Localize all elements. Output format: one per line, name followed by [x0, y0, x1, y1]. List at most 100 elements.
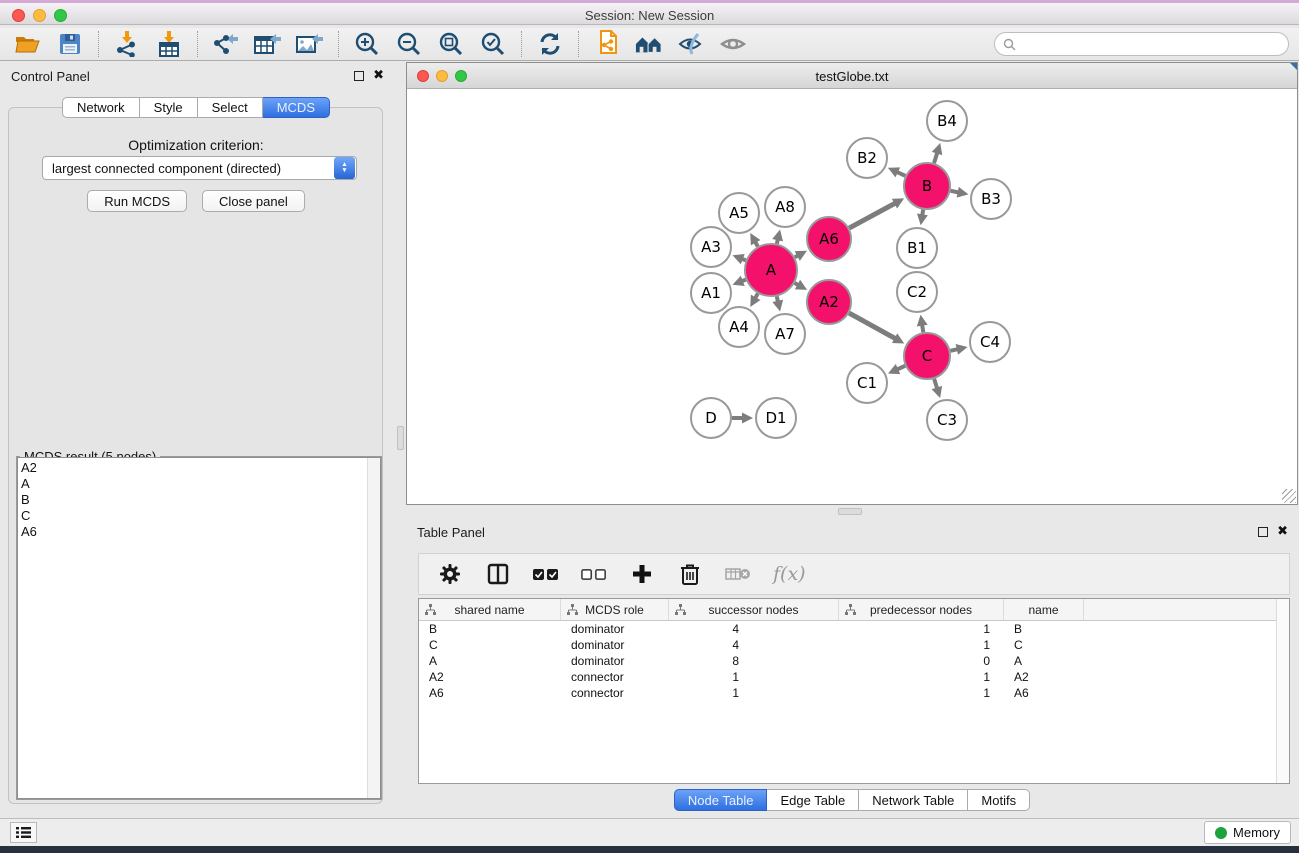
search-input[interactable]: [1016, 37, 1288, 51]
function-builder-icon: f(x): [773, 563, 806, 585]
float-panel-icon[interactable]: [354, 71, 364, 81]
refresh-icon[interactable]: [536, 30, 564, 58]
add-column-icon[interactable]: [629, 561, 655, 587]
optimization-criterion-dropdown[interactable]: largest connected component (directed) ▲…: [42, 156, 357, 180]
save-session-icon[interactable]: [56, 30, 84, 58]
graph-node-label-C: C: [922, 347, 932, 365]
network-window-titlebar[interactable]: testGlobe.txt: [407, 63, 1297, 89]
import-network-icon[interactable]: [113, 30, 141, 58]
graph-node-label-B1: B1: [907, 239, 927, 257]
table-panel: Table Panel ✖ f(x) shared nameMCDS roles…: [406, 518, 1298, 818]
tab-network-table[interactable]: Network Table: [859, 789, 968, 811]
import-table-icon[interactable]: [155, 30, 183, 58]
first-neighbors-icon[interactable]: [635, 30, 663, 58]
cell-predecessor_nodes: 1: [839, 670, 1004, 684]
edge-A6-B[interactable]: [849, 203, 896, 228]
dropdown-stepper-icon: ▲▼: [334, 157, 355, 179]
hide-selected-icon[interactable]: [677, 30, 705, 58]
cell-successor_nodes: 1: [669, 686, 839, 700]
task-history-button[interactable]: [10, 822, 37, 843]
tab-node-table[interactable]: Node Table: [674, 789, 768, 811]
graph-node-label-C1: C1: [857, 374, 877, 392]
network-canvas[interactable]: B4B2BB3A5A8A6A3B1AA1C2A2A4A7C4CC1C3DD1: [407, 89, 1297, 504]
cell-name: A2: [1004, 670, 1084, 684]
node-table[interactable]: shared nameMCDS rolesuccessor nodesprede…: [418, 598, 1290, 784]
edge-A2-C[interactable]: [849, 313, 896, 339]
delete-column-icon[interactable]: [677, 561, 703, 587]
graph-node-label-B3: B3: [981, 190, 1001, 208]
arrowhead-icon: [956, 344, 968, 355]
graph-node-label-B: B: [922, 177, 932, 195]
tab-network[interactable]: Network: [62, 97, 140, 118]
vertical-divider-grip[interactable]: [397, 426, 404, 450]
settings-gear-icon[interactable]: [437, 561, 463, 587]
zoom-selected-icon[interactable]: [479, 30, 507, 58]
cell-name: A: [1004, 654, 1084, 668]
split-columns-icon[interactable]: [485, 561, 511, 587]
select-all-checkboxes-icon[interactable]: [533, 561, 559, 587]
table-header-row: shared nameMCDS rolesuccessor nodesprede…: [419, 599, 1289, 621]
close-table-panel-icon[interactable]: ✖: [1277, 524, 1288, 538]
arrowhead-icon: [932, 143, 943, 155]
network-graph[interactable]: B4B2BB3A5A8A6A3B1AA1C2A2A4A7C4CC1C3DD1: [407, 89, 1297, 504]
tab-edge-table[interactable]: Edge Table: [767, 789, 859, 811]
open-file-icon[interactable]: [14, 30, 42, 58]
close-panel-icon[interactable]: ✖: [373, 68, 384, 82]
memory-button[interactable]: Memory: [1204, 821, 1291, 844]
resize-grip-icon[interactable]: [1282, 489, 1296, 503]
export-network-icon[interactable]: [212, 30, 240, 58]
show-all-icon[interactable]: [719, 30, 747, 58]
horizontal-divider-grip[interactable]: [838, 508, 862, 515]
float-table-panel-icon[interactable]: [1258, 527, 1268, 537]
mcds-result-item[interactable]: C: [21, 508, 380, 524]
run-mcds-button[interactable]: Run MCDS: [87, 190, 187, 212]
table-row[interactable]: Cdominator41C: [419, 637, 1289, 653]
cell-mcds_role: connector: [561, 670, 669, 684]
export-image-icon[interactable]: [296, 30, 324, 58]
zoom-in-icon[interactable]: [353, 30, 381, 58]
table-row[interactable]: A6connector11A6: [419, 685, 1289, 701]
cell-shared_name: C: [419, 638, 561, 652]
status-bar: Memory: [0, 818, 1299, 846]
mcds-result-item[interactable]: A: [21, 476, 380, 492]
column-header-name[interactable]: name: [1004, 599, 1084, 620]
arrowhead-icon: [957, 187, 969, 198]
app-titlebar: Session: New Session: [0, 0, 1299, 25]
tab-mcds[interactable]: MCDS: [263, 97, 330, 118]
mcds-result-item[interactable]: A6: [21, 524, 380, 540]
deselect-checkboxes-icon[interactable]: [581, 561, 607, 587]
mcds-result-item[interactable]: B: [21, 492, 380, 508]
network-window-title: testGlobe.txt: [407, 69, 1297, 84]
tab-style[interactable]: Style: [140, 97, 198, 118]
mcds-list-scrollbar[interactable]: [367, 458, 380, 798]
column-header-shared-name[interactable]: shared name: [419, 599, 561, 620]
table-row[interactable]: A2connector11A2: [419, 669, 1289, 685]
dropdown-value: largest connected component (directed): [43, 161, 334, 176]
tab-motifs[interactable]: Motifs: [968, 789, 1030, 811]
mcds-result-item[interactable]: A2: [21, 460, 380, 476]
table-scrollbar[interactable]: [1276, 599, 1289, 783]
zoom-fit-icon[interactable]: [437, 30, 465, 58]
export-table-icon[interactable]: [254, 30, 282, 58]
search-field[interactable]: [994, 32, 1289, 56]
cell-shared_name: B: [419, 622, 561, 636]
arrowhead-icon: [742, 413, 753, 424]
arrowhead-icon: [917, 315, 928, 327]
session-title: Session: New Session: [0, 8, 1299, 23]
column-header-successor-nodes[interactable]: successor nodes: [669, 599, 839, 620]
close-panel-button[interactable]: Close panel: [202, 190, 305, 212]
cell-predecessor_nodes: 0: [839, 654, 1004, 668]
mcds-result-fieldset: MCDS result (5 nodes) A2ABCA6: [16, 456, 382, 800]
table-row[interactable]: Bdominator41B: [419, 621, 1289, 637]
network-view-window: testGlobe.txt B4B2BB3A5A8A6A3B1AA1C2A2A4…: [406, 62, 1298, 505]
mcds-result-list[interactable]: A2ABCA6: [17, 457, 381, 799]
graph-node-label-A2: A2: [819, 293, 839, 311]
table-row[interactable]: Adominator80A: [419, 653, 1289, 669]
column-header-predecessor-nodes[interactable]: predecessor nodes: [839, 599, 1004, 620]
zoom-out-icon[interactable]: [395, 30, 423, 58]
tab-select[interactable]: Select: [198, 97, 263, 118]
table-toolbar: f(x): [418, 553, 1290, 595]
new-network-from-selection-icon[interactable]: [593, 30, 621, 58]
column-header-MCDS-role[interactable]: MCDS role: [561, 599, 669, 620]
arrowhead-icon: [772, 229, 783, 241]
